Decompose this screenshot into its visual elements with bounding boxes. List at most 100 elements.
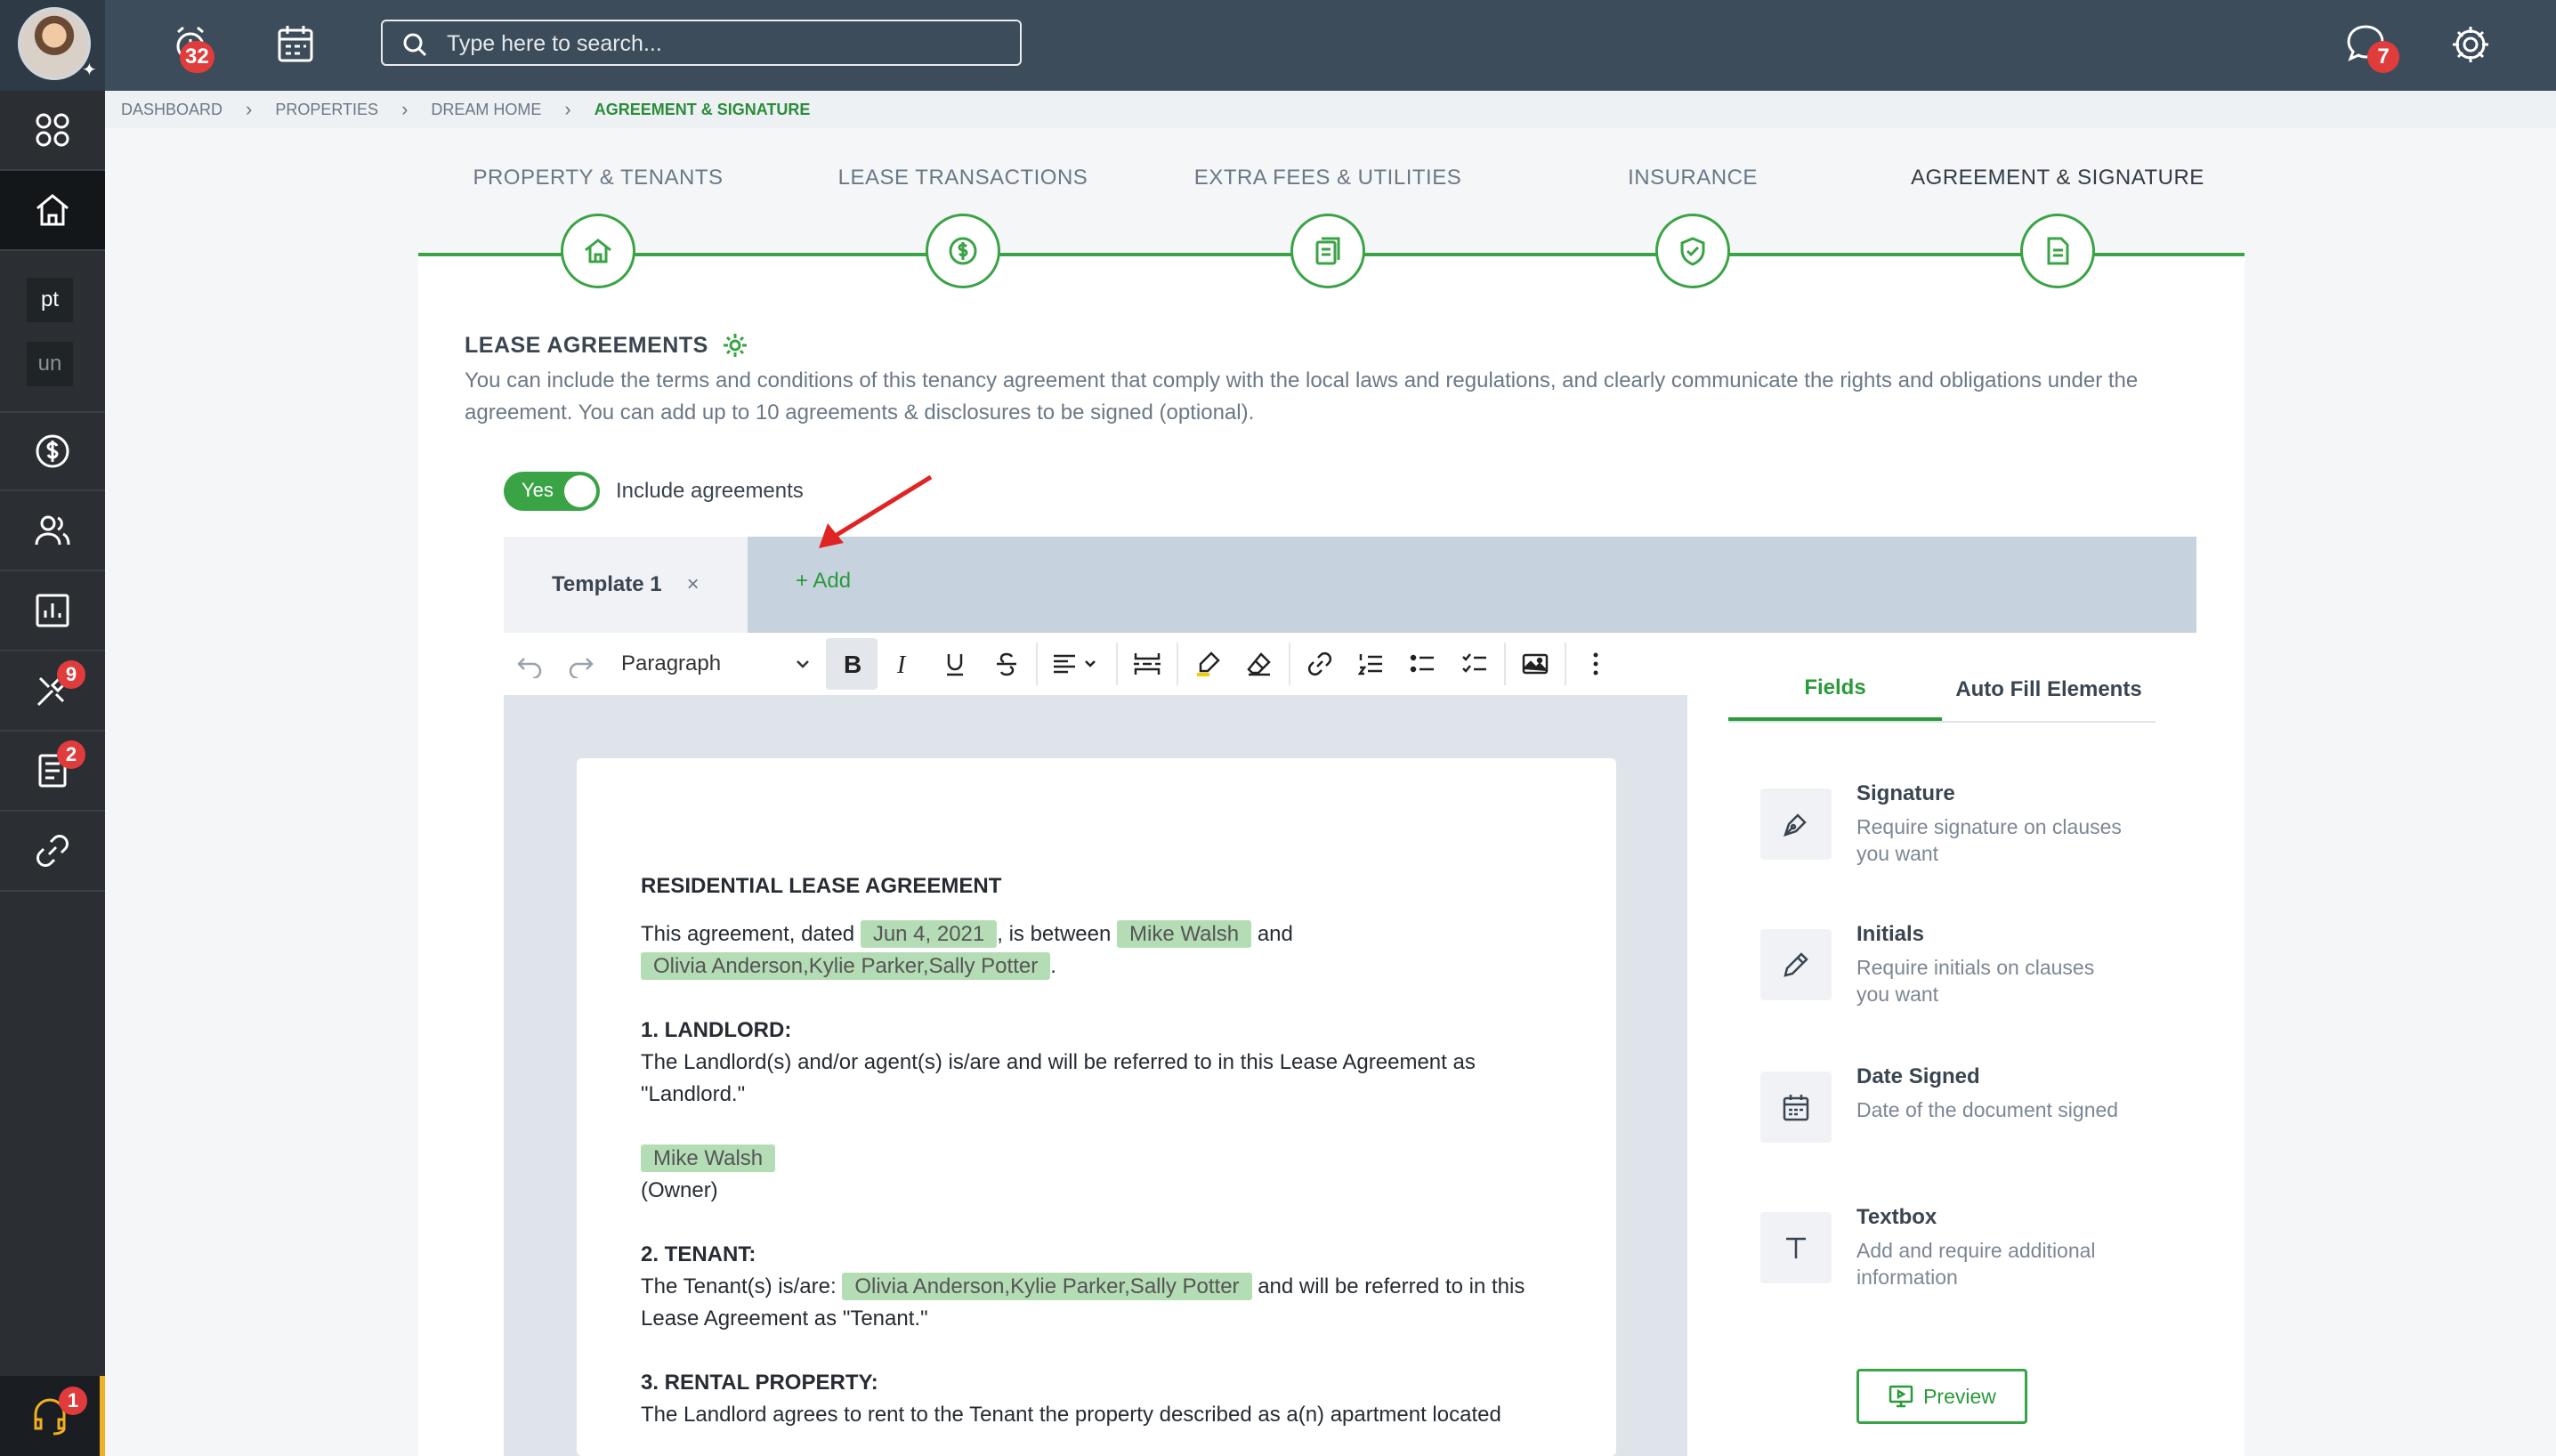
breadcrumb-properties[interactable]: PROPERTIES	[275, 101, 378, 119]
breadcrumb-current: AGREEMENT & SIGNATURE	[594, 100, 811, 118]
checklist-icon[interactable]	[1449, 638, 1500, 690]
calendar-icon[interactable]	[271, 20, 320, 69]
eraser-icon[interactable]	[1234, 638, 1285, 690]
settings-gear-icon[interactable]	[2446, 20, 2495, 69]
toolbar-divider	[1289, 643, 1290, 685]
support-button[interactable]: 1	[0, 1376, 105, 1456]
redo-icon[interactable]	[555, 638, 607, 690]
paragraph-select-label: Paragraph	[621, 651, 722, 675]
document-icon	[2020, 214, 2095, 288]
calendar-icon	[1760, 1072, 1832, 1143]
preview-button[interactable]: Preview	[1856, 1369, 2027, 1424]
breadcrumb-dashboard[interactable]: DASHBOARD	[121, 101, 222, 119]
tenants-chip[interactable]: Olivia Anderson,Kylie Parker,Sally Potte…	[641, 952, 1051, 980]
include-agreements-toggle[interactable]: Yes	[504, 472, 600, 511]
landlord-role: (Owner)	[641, 1178, 718, 1202]
bold-icon[interactable]: B	[826, 638, 878, 690]
field-textbox[interactable]: Textbox Add and require additional infor…	[1760, 1205, 2152, 1321]
section-1-title: 1. LANDLORD:	[641, 1018, 792, 1042]
field-signature[interactable]: Signature Require signature on clauses y…	[1760, 781, 2152, 897]
field-description: Add and require additional information	[1856, 1239, 2096, 1289]
step-label: EXTRA FEES & UTILITIES	[1193, 166, 1462, 190]
bullet-list-icon[interactable]	[1397, 638, 1449, 690]
more-options-icon[interactable]	[1570, 638, 1622, 690]
sidebar-item-maintenance[interactable]: 9	[0, 651, 105, 732]
house-icon	[561, 214, 635, 288]
search-bar[interactable]	[381, 20, 1022, 66]
step-label: AGREEMENT & SIGNATURE	[1911, 166, 2204, 190]
close-icon[interactable]: ×	[687, 572, 700, 597]
section-title: LEASE AGREEMENTS	[465, 331, 749, 360]
landlord-chip[interactable]: Mike Walsh	[1117, 920, 1252, 948]
section-description: You can include the terms and conditions…	[465, 368, 2139, 425]
breadcrumb: DASHBOARD › PROPERTIES › DREAM HOME › AG…	[105, 91, 2556, 128]
step-label: PROPERTY & TENANTS	[473, 166, 724, 190]
intro-text: .	[1050, 954, 1056, 978]
document-content[interactable]: RESIDENTIAL LEASE AGREEMENT This agreeme…	[641, 870, 1566, 1456]
numbered-list-icon[interactable]	[1346, 638, 1397, 690]
highlight-icon[interactable]	[1182, 638, 1234, 690]
paragraph-select[interactable]: Paragraph	[607, 638, 826, 690]
right-panel-tabs: Fields Auto Fill Elements	[1728, 659, 2156, 723]
document-title: RESIDENTIAL LEASE AGREEMENT	[641, 874, 1002, 898]
top-bar: ✦ 32 7	[0, 0, 2556, 91]
section-title-text: LEASE AGREEMENTS	[465, 332, 708, 358]
step-extra-fees[interactable]: EXTRA FEES & UTILITIES	[1150, 160, 1506, 288]
gear-icon[interactable]	[721, 331, 749, 360]
add-template-button[interactable]: + Add	[796, 569, 851, 594]
field-title: Initials	[1856, 922, 1925, 946]
sidebar-item-pt[interactable]: pt	[27, 278, 73, 322]
user-avatar[interactable]	[18, 7, 91, 80]
search-input[interactable]	[447, 30, 999, 57]
strikethrough-icon[interactable]	[981, 638, 1032, 690]
underline-icon[interactable]	[929, 638, 981, 690]
tab-auto-fill-elements[interactable]: Auto Fill Elements	[1942, 659, 2156, 721]
section-3-title: 3. RENTAL PROPERTY:	[641, 1371, 878, 1395]
align-icon[interactable]	[1041, 638, 1112, 690]
sidebar-item-un[interactable]: un	[27, 342, 73, 386]
page-break-icon[interactable]	[1121, 638, 1173, 690]
avatar-area: ✦	[0, 0, 105, 91]
chat-icon[interactable]: 7	[2341, 20, 2399, 73]
preview-icon	[1889, 1385, 1913, 1408]
landlord-name-chip[interactable]: Mike Walsh	[641, 1145, 776, 1172]
tab-fields[interactable]: Fields	[1728, 659, 1942, 721]
include-agreements-label: Include agreements	[616, 479, 804, 503]
chevron-right-icon: ›	[564, 98, 571, 120]
field-description: Require initials on clauses you want	[1856, 956, 2095, 1006]
chat-badge: 7	[2367, 41, 2399, 73]
undo-icon[interactable]	[504, 638, 555, 690]
sidebar-item-links[interactable]	[0, 812, 105, 892]
home-icon	[36, 194, 69, 226]
sidebar-item-finance[interactable]	[0, 411, 105, 491]
pin-icon: ✦	[82, 61, 97, 80]
link-icon[interactable]	[1294, 638, 1346, 690]
sidebar-item-reports[interactable]	[0, 571, 105, 651]
pencil-icon	[1760, 929, 1832, 1000]
search-icon	[403, 33, 427, 57]
intro-text: This agreement, dated	[641, 922, 855, 946]
sidebar-item-properties[interactable]	[0, 171, 105, 251]
step-agreement-signature[interactable]: AGREEMENT & SIGNATURE	[1880, 160, 2236, 288]
alarm-badge: 32	[180, 41, 214, 73]
dollar-icon	[36, 434, 69, 468]
field-date-signed[interactable]: Date Signed Date of the document signed	[1760, 1064, 2152, 1180]
italic-icon[interactable]: I	[878, 638, 929, 690]
field-initials[interactable]: Initials Require initials on clauses you…	[1760, 922, 2152, 1038]
step-insurance[interactable]: INSURANCE	[1515, 160, 1871, 288]
tab-template-1[interactable]: Template 1 ×	[504, 537, 748, 633]
date-chip[interactable]: Jun 4, 2021	[860, 920, 998, 948]
editor-toolbar: Paragraph B I	[504, 633, 1687, 695]
sidebar-item-people[interactable]	[0, 491, 105, 571]
step-property-tenants[interactable]: PROPERTY & TENANTS	[420, 160, 776, 288]
breadcrumb-dream-home[interactable]: DREAM HOME	[431, 101, 541, 119]
step-lease-transactions[interactable]: LEASE TRANSACTIONS	[785, 160, 1141, 288]
alarm-icon[interactable]: 32	[166, 20, 215, 73]
support-badge: 1	[59, 1387, 87, 1415]
sidebar-item-documents[interactable]: 2	[0, 732, 105, 812]
chevron-down-icon	[797, 660, 809, 668]
image-icon[interactable]	[1509, 638, 1561, 690]
sidebar-item-dashboard[interactable]	[0, 91, 105, 171]
tenant-names-chip[interactable]: Olivia Anderson,Kylie Parker,Sally Potte…	[842, 1273, 1252, 1300]
text-icon	[1760, 1212, 1832, 1283]
